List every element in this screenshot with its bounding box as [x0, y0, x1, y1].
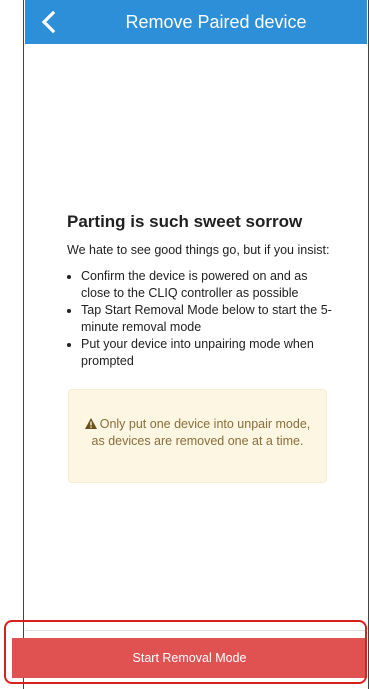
instructions-intro: We hate to see good things go, but if yo… [67, 243, 330, 257]
start-removal-mode-button[interactable]: Start Removal Mode [12, 638, 367, 678]
warning-text: Only put one device into unpair mode, as… [91, 417, 311, 448]
step-item: Confirm the device is powered on and as … [81, 268, 335, 302]
instructions-heading: Parting is such sweet sorrow [67, 212, 303, 231]
app-header: Remove Paired device [25, 0, 367, 44]
footer-divider [25, 630, 367, 631]
step-item: Tap Start Removal Mode below to start th… [81, 302, 335, 336]
instructions-section: Parting is such sweet sorrow We hate to … [67, 212, 335, 370]
chevron-left-icon[interactable] [35, 8, 63, 36]
page-title: Remove Paired device [125, 12, 307, 32]
warning-alert: Only put one device into unpair mode, as… [68, 389, 327, 483]
steps-list: Confirm the device is powered on and as … [67, 268, 335, 370]
warning-icon [84, 417, 97, 429]
step-item: Put your device into unpairing mode when… [81, 336, 335, 370]
